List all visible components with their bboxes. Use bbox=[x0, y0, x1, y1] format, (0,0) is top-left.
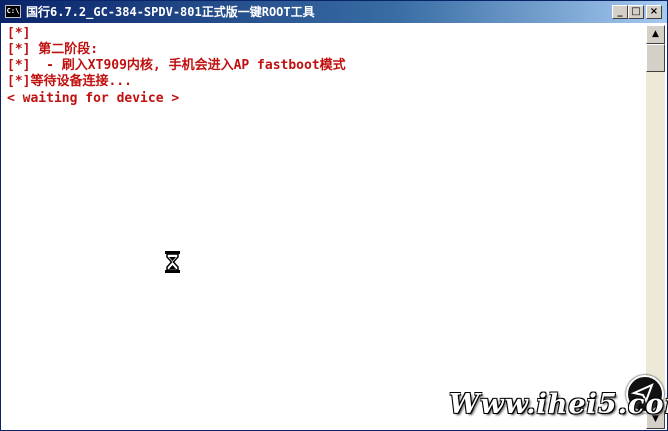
scroll-thumb[interactable] bbox=[646, 44, 665, 72]
console-line: [*]等待设备连接... bbox=[7, 74, 132, 89]
hourglass-cursor-icon bbox=[165, 251, 180, 273]
console-line: < waiting for device > bbox=[7, 91, 180, 106]
console-window: C:\ 国行6.7.2_GC-384-SPDV-801正式版一键ROOT工具 _… bbox=[0, 0, 668, 431]
window-title: 国行6.7.2_GC-384-SPDV-801正式版一键ROOT工具 bbox=[26, 5, 315, 19]
close-button[interactable]: × bbox=[646, 5, 662, 19]
console-line: [*] - 刷入XT909内核, 手机会进入AP fastboot模式 bbox=[7, 58, 346, 73]
watermark-text: Www.ihei5.com bbox=[449, 389, 668, 420]
console-line: [*] bbox=[7, 26, 31, 41]
maximize-button[interactable]: □ bbox=[628, 5, 644, 19]
console-app-icon[interactable]: C:\ bbox=[5, 5, 21, 18]
minimize-button[interactable]: _ bbox=[612, 5, 628, 19]
vertical-scrollbar[interactable]: ▲ ▼ bbox=[646, 25, 665, 429]
console-output[interactable]: [*] [*] 第二阶段: [*] - 刷入XT909内核, 手机会进入AP f… bbox=[4, 25, 645, 429]
console-line: [*] 第二阶段: bbox=[7, 42, 99, 57]
scroll-up-button[interactable]: ▲ bbox=[646, 25, 665, 44]
title-bar[interactable]: C:\ 国行6.7.2_GC-384-SPDV-801正式版一键ROOT工具 _… bbox=[1, 1, 667, 23]
